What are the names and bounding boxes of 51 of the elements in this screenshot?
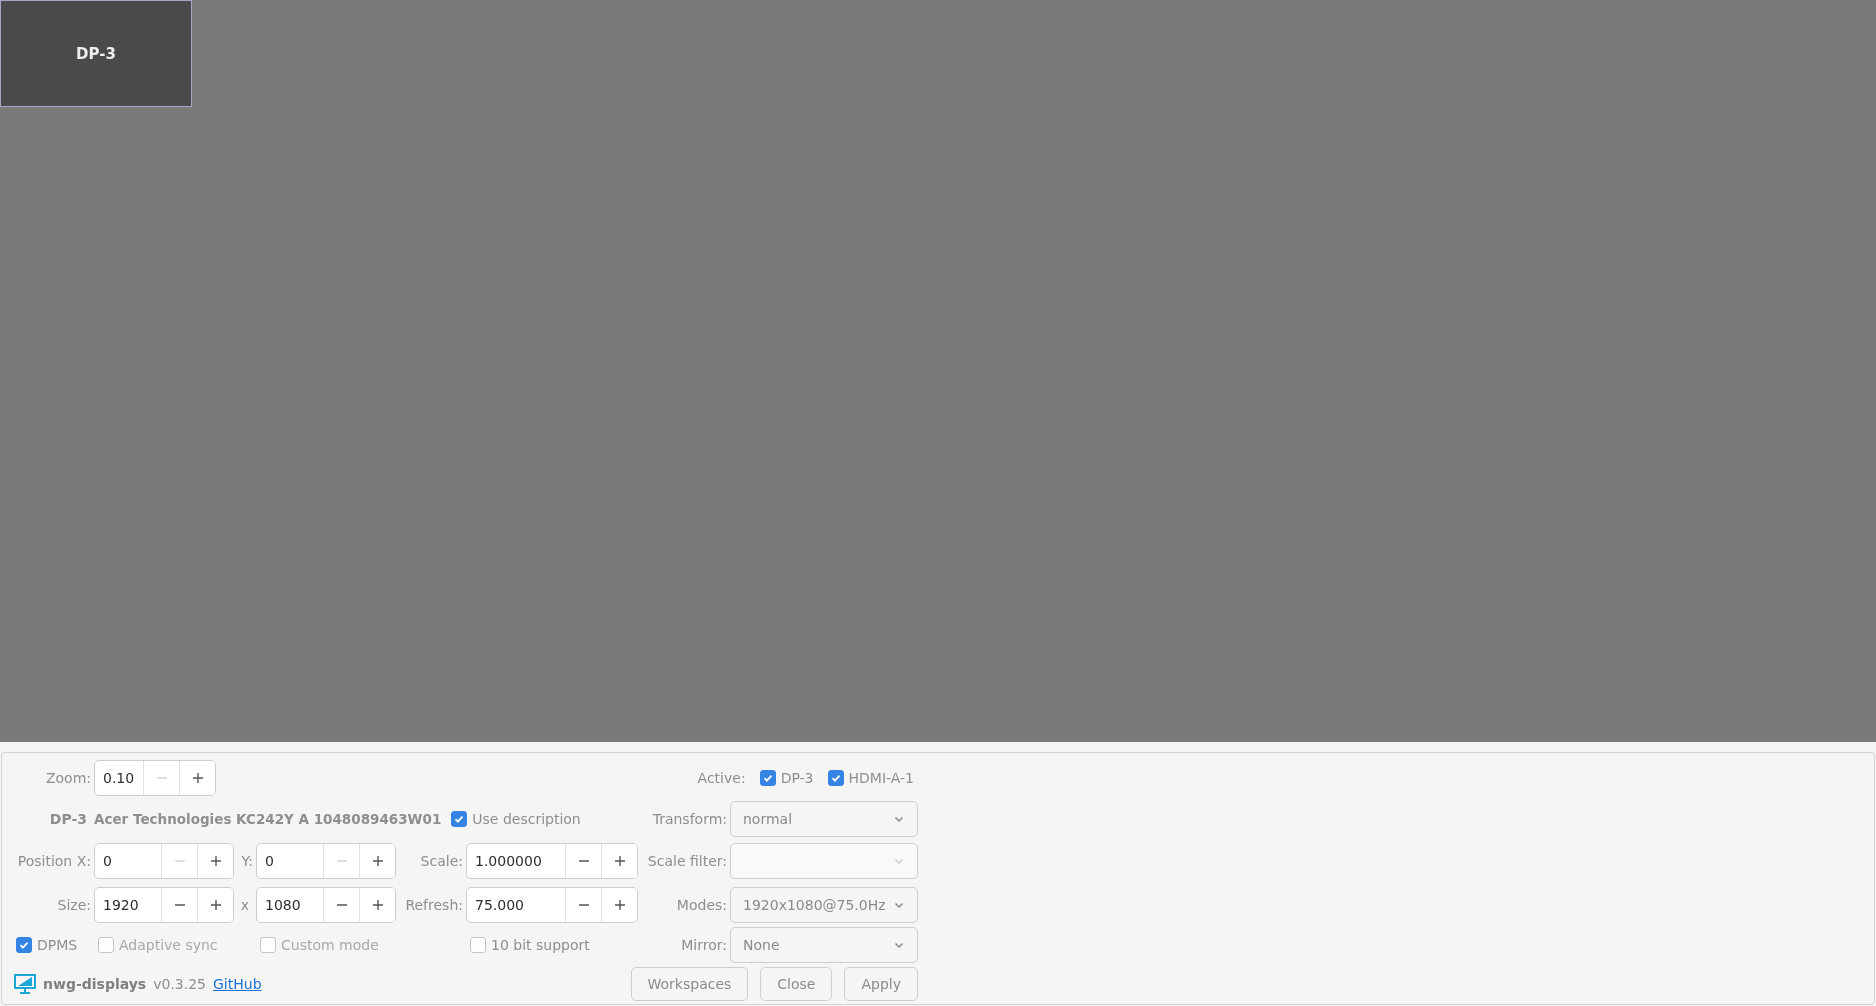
number-input[interactable]: 0.10	[95, 761, 143, 795]
field-label: Position X:	[17, 853, 91, 869]
number-input[interactable]: 1920	[95, 888, 161, 922]
spin-field[interactable]: 0	[94, 843, 234, 879]
increment-button[interactable]	[359, 844, 395, 878]
number-input[interactable]: 1.000000	[467, 844, 565, 878]
field-label: Refresh:	[405, 897, 463, 913]
app-name: nwg-displays	[43, 975, 147, 992]
increment-button[interactable]	[179, 761, 215, 795]
spin-field[interactable]: 1080	[256, 887, 396, 923]
increment-button[interactable]	[601, 844, 637, 878]
number-input[interactable]: 0	[95, 844, 161, 878]
field-label: Mirror:	[681, 937, 727, 953]
spin-field[interactable]: 0.10	[94, 760, 216, 796]
increment-button[interactable]	[601, 888, 637, 922]
active-label: Active:	[697, 770, 746, 786]
field-label: Modes:	[676, 897, 727, 913]
spin-field[interactable]: 0	[256, 843, 396, 879]
plus-icon	[613, 855, 626, 867]
spin-field[interactable]: 1.000000	[466, 843, 638, 879]
plus-icon	[371, 899, 384, 911]
increment-button[interactable]	[359, 888, 395, 922]
output-description: Acer Technologies KC242Y A 1048089463W01	[94, 811, 442, 827]
output-name: DP-3	[49, 811, 88, 827]
spin-field[interactable]: 1920	[94, 887, 234, 923]
number-input[interactable]: 1080	[257, 888, 323, 922]
plus-icon	[209, 899, 222, 911]
field-label: Scale filter:	[647, 853, 727, 869]
plus-icon	[613, 899, 626, 911]
field-label: Size:	[57, 897, 91, 913]
field-label: Scale:	[420, 853, 463, 869]
checkmark-icon	[453, 813, 466, 825]
github-link[interactable]: GitHub	[213, 975, 262, 992]
field-label: x	[240, 897, 250, 913]
spin-field[interactable]: 75.000	[466, 887, 638, 923]
number-input[interactable]: 0	[257, 844, 323, 878]
increment-button[interactable]	[197, 888, 233, 922]
field-label: Zoom:	[45, 770, 91, 786]
plus-icon	[209, 855, 222, 867]
checkmark-icon	[829, 772, 842, 784]
field-label: Y:	[241, 853, 253, 869]
number-input[interactable]: 75.000	[467, 888, 565, 922]
app-version: v0.3.25	[153, 975, 206, 992]
plus-icon	[371, 855, 384, 867]
checkmark-icon	[18, 939, 30, 951]
plus-icon	[191, 772, 204, 784]
display-tile[interactable]: DP-3	[0, 0, 192, 107]
field-label: Transform:	[652, 811, 727, 827]
monitor-icon	[14, 972, 36, 995]
increment-button[interactable]	[197, 844, 233, 878]
checkmark-icon	[761, 772, 774, 784]
